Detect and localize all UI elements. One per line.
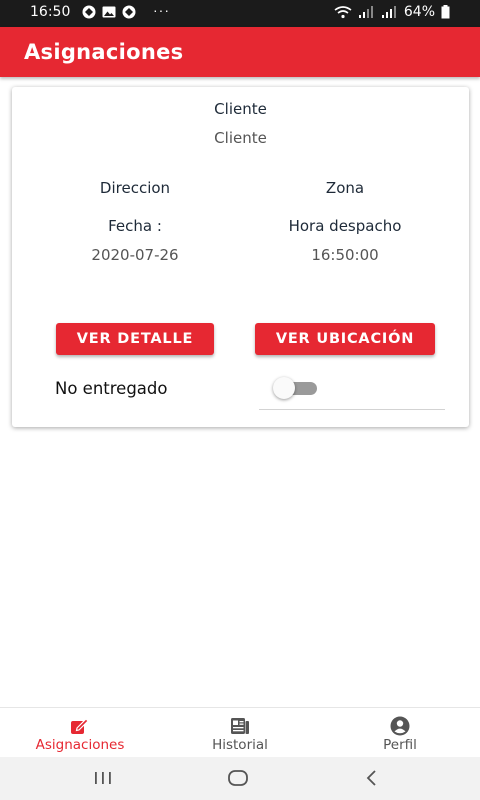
app-notification-icon-2 [122,5,136,19]
battery-icon [441,5,450,19]
app-bar: Asignaciones [0,27,480,77]
account-circle-icon [390,716,410,736]
nav-label-perfil: Perfil [383,737,417,753]
status-time: 16:50 [30,4,71,20]
system-navigation-bar [0,757,480,800]
back-icon[interactable] [360,767,384,789]
app-notification-icon [82,5,96,19]
nav-item-asignaciones[interactable]: Asignaciones [0,708,160,758]
more-notifications-icon: ··· [153,2,170,18]
ver-ubicacion-button[interactable]: VER UBICACIÓN [255,323,435,355]
gallery-icon [102,6,116,18]
delivery-status-label: No entregado [55,379,168,398]
fecha-label: Fecha : [108,217,162,235]
hora-despacho-label: Hora despacho [288,217,402,235]
nav-label-asignaciones: Asignaciones [35,737,125,753]
divider [259,409,445,410]
notification-icons [82,5,136,19]
recent-apps-icon[interactable] [91,767,115,789]
newspaper-icon [231,718,249,734]
cliente-value: Cliente [214,129,267,147]
nav-label-historial: Historial [212,737,268,753]
page-title: Asignaciones [24,40,184,64]
signal-icon [358,6,373,18]
fecha-value: 2020-07-26 [91,246,179,264]
cliente-label: Cliente [214,100,267,118]
bottom-navigation: Asignaciones Historial Perfil [0,707,480,758]
edit-icon [71,718,89,734]
status-bar: 16:50 ··· 64% [0,0,480,27]
zona-label: Zona [325,179,365,197]
signal-icon-2 [381,6,396,18]
ver-detalle-button[interactable]: VER DETALLE [56,323,214,355]
toggle-thumb[interactable] [273,377,295,399]
status-right: 64% [334,4,450,20]
nav-item-historial[interactable]: Historial [160,708,320,758]
assignment-card: Cliente Cliente Direccion Zona Fecha : H… [12,87,469,427]
home-icon[interactable] [226,767,250,789]
nav-item-perfil[interactable]: Perfil [320,708,480,758]
hora-despacho-value: 16:50:00 [311,246,379,264]
wifi-icon [334,6,352,19]
direccion-label: Direccion [99,179,171,197]
battery-percent: 64% [403,4,435,20]
